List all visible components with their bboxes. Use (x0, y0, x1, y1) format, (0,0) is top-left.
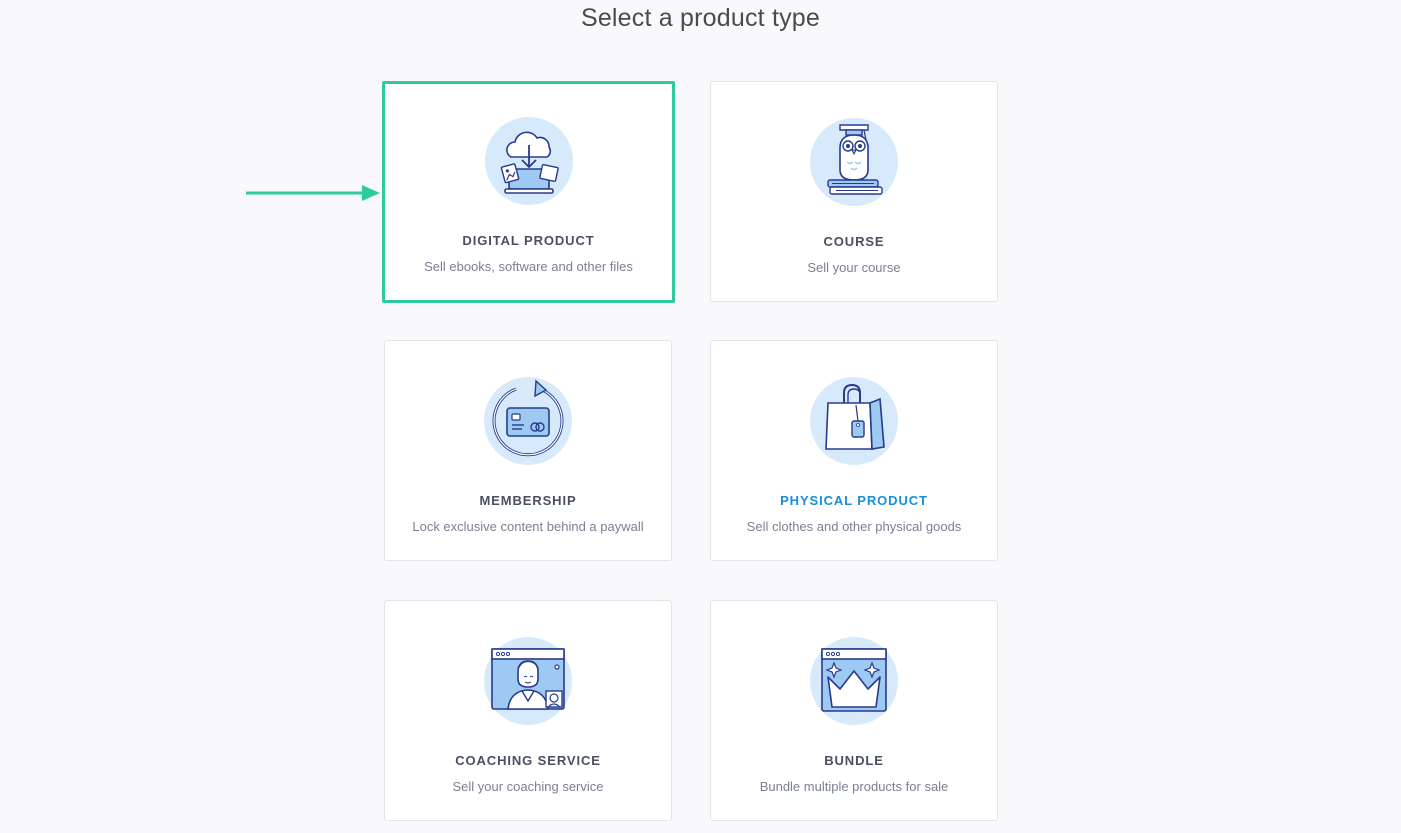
card-title: PHYSICAL PRODUCT (780, 493, 928, 508)
crown-window-icon (810, 637, 898, 725)
card-membership[interactable]: MEMBERSHIP Lock exclusive content behind… (384, 340, 672, 561)
card-course[interactable]: COURSE Sell your course (710, 81, 998, 302)
card-title: DIGITAL PRODUCT (462, 233, 595, 248)
video-call-icon (484, 637, 572, 725)
cloud-download-laptop-icon (484, 117, 573, 205)
card-description: Sell your coaching service (452, 779, 604, 794)
card-description: Lock exclusive content behind a paywall (412, 519, 644, 534)
card-title: MEMBERSHIP (479, 493, 577, 508)
card-description: Sell your course (807, 260, 901, 275)
card-title: COURSE (823, 234, 885, 249)
recurring-card-icon (484, 377, 572, 465)
card-title: BUNDLE (824, 753, 884, 768)
card-description: Bundle multiple products for sale (759, 779, 949, 794)
pointer-arrow-icon (246, 185, 380, 201)
card-bundle[interactable]: BUNDLE Bundle multiple products for sale (710, 600, 998, 821)
product-type-page: Select a product type DIGITAL PRODUCT Se… (0, 0, 1401, 833)
card-description: Sell clothes and other physical goods (746, 519, 962, 534)
card-coaching-service[interactable]: COACHING SERVICE Sell your coaching serv… (384, 600, 672, 821)
owl-books-icon (810, 118, 898, 206)
card-physical-product[interactable]: PHYSICAL PRODUCT Sell clothes and other … (710, 340, 998, 561)
card-digital-product[interactable]: DIGITAL PRODUCT Sell ebooks, software an… (382, 81, 675, 303)
card-title: COACHING SERVICE (455, 753, 601, 768)
shopping-bag-icon (810, 377, 898, 465)
card-description: Sell ebooks, software and other files (424, 259, 633, 274)
page-title: Select a product type (580, 4, 821, 32)
